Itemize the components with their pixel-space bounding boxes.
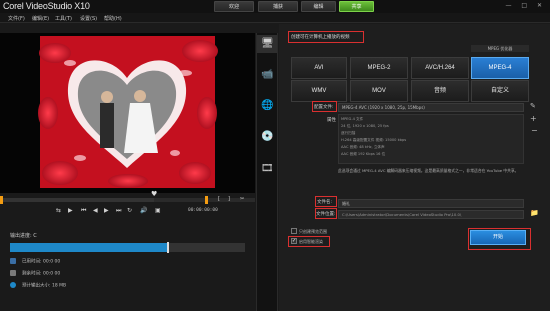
stat-elapsed-label: 已用时间 [22, 259, 40, 265]
properties-label: 属性 [327, 118, 336, 123]
device-icon[interactable]: 📹 [261, 69, 273, 81]
render-progress-fill [10, 243, 168, 252]
remaining-time-icon [10, 270, 16, 276]
stat-size-label: 预计输出大小 [22, 283, 49, 289]
window-controls[interactable]: — □ ✕ [505, 2, 546, 9]
tab-edit[interactable]: 编辑 [301, 1, 336, 12]
add-profile-icon[interactable]: + [530, 114, 537, 123]
render-progress-label: 输出进度: C [10, 233, 37, 239]
smart-render-checkbox[interactable]: ✓ [291, 238, 297, 244]
mark-in-icon[interactable]: [ [218, 196, 220, 202]
tab-welcome[interactable]: 欢迎 [214, 1, 254, 12]
app-title: Corel VideoStudio X10 [3, 1, 90, 11]
stat-elapsed-value: 00:0 00 [42, 259, 61, 265]
preview-range-checkbox[interactable] [291, 228, 297, 234]
tab-capture[interactable]: 捕获 [258, 1, 298, 12]
format-avi-button[interactable]: AVI [291, 57, 347, 79]
hd-preview-icon[interactable]: ▣ [155, 207, 161, 214]
previous-frame-icon[interactable]: ◀ [93, 207, 98, 214]
trim-marker-end[interactable] [205, 196, 208, 204]
play-icon[interactable]: ▶ [68, 207, 73, 214]
stat-remaining: 剩余时间: 00:0 00 [10, 270, 60, 277]
menu-edit[interactable]: 编辑(E) [32, 15, 49, 22]
format-custom-button[interactable]: 自定义 [471, 80, 529, 102]
smart-render-label: 启用智能渲染 [299, 239, 323, 244]
filepath-label: 文件位置: [316, 212, 336, 217]
wedding-preview-image [38, 36, 218, 188]
property-line: H.264 高级配置文件 视频: 15000 kbps [341, 138, 407, 142]
format-optimizer-label: MPEG 优化器 [471, 45, 529, 52]
go-to-end-icon[interactable]: ⏭ [116, 207, 121, 215]
format-description: 此选项会通过 MPEG-4 AVC 编解码器来压缩视频。这是最高质量格式之一，非… [338, 168, 519, 173]
elapsed-time-icon [10, 258, 16, 264]
property-line: AAC 音频: 48 kHz, 立体声 [341, 145, 385, 149]
property-line: 逐行扫描 [341, 131, 356, 135]
3d-movie-icon[interactable]: 🎞 [261, 163, 274, 175]
menu-settings[interactable]: 设置(S) [80, 15, 97, 22]
stat-size-value: 18 MB [51, 283, 67, 289]
share-heading: 创建可在计算机上播放的视频 [291, 35, 350, 40]
trim-marker-start[interactable] [0, 196, 3, 204]
scrubber-fill [0, 198, 154, 202]
menu-tools[interactable]: 工具(T) [55, 15, 72, 22]
filename-label: 文件名: [317, 200, 333, 205]
volume-icon[interactable]: 🔊 [140, 207, 147, 214]
browse-folder-icon[interactable]: 📁 [530, 209, 539, 217]
remove-profile-icon[interactable]: − [531, 126, 538, 135]
format-wmv-button[interactable]: WMV [291, 80, 347, 102]
output-size-icon [10, 282, 16, 288]
split-icon[interactable]: ✂ [240, 196, 244, 202]
render-progress-marker [166, 242, 169, 253]
property-line: MPEG-4 文件 [341, 117, 364, 121]
stat-size: 预计输出大小: 18 MB [10, 282, 66, 289]
format-mpeg2-button[interactable]: MPEG-2 [350, 57, 408, 79]
profile-label: 配置文件: [314, 105, 334, 110]
project-clip-toggle-icon[interactable]: ⇆ [56, 207, 61, 214]
computer-icon[interactable]: 🖥 [261, 38, 274, 50]
stat-elapsed: 已用时间: 00:0 00 [10, 258, 60, 265]
repeat-icon[interactable]: ↻ [127, 207, 132, 214]
property-line: 24 位, 1920 x 1080, 25 fps [341, 124, 389, 128]
property-line: AAC 音频 192 Kbps 16 位 [341, 152, 386, 156]
stat-remaining-value: 00:0 00 [42, 271, 61, 277]
timecode[interactable]: 00:00:00:00 [188, 208, 218, 213]
menu-file[interactable]: 文件(F) [8, 15, 25, 22]
format-mov-button[interactable]: MOV [350, 80, 408, 102]
scrubber-handle-icon[interactable]: ♥ [151, 190, 157, 198]
video-preview [0, 33, 255, 193]
format-mpeg4-button[interactable]: MPEG-4 [471, 57, 529, 79]
menu-help[interactable]: 帮助(H) [104, 15, 122, 22]
mark-out-icon[interactable]: ] [228, 196, 230, 202]
start-button[interactable]: 开始 [470, 230, 526, 245]
format-avc-button[interactable]: AVC/H.264 [411, 57, 469, 79]
filename-input[interactable]: 婚礼 [338, 199, 524, 208]
preview-range-label: 只创建预览范围 [299, 229, 327, 234]
stat-remaining-label: 剩余时间 [22, 271, 40, 277]
web-icon[interactable]: 🌐 [261, 100, 273, 112]
format-audio-button[interactable]: 音频 [411, 80, 469, 102]
filepath-input[interactable]: C:\Users\Administrator\Documents\Corel V… [338, 210, 524, 219]
next-frame-icon[interactable]: ▶ [104, 207, 109, 214]
tab-share[interactable]: 共享 [339, 1, 374, 12]
disc-icon[interactable]: 💿 [261, 131, 273, 143]
go-to-start-icon[interactable]: ⏮ [81, 207, 86, 215]
profile-dropdown[interactable]: MPEG-4 AVC (1920 x 1080, 25p, 15Mbps) [338, 103, 524, 112]
edit-profile-icon[interactable]: ✎ [530, 102, 536, 110]
